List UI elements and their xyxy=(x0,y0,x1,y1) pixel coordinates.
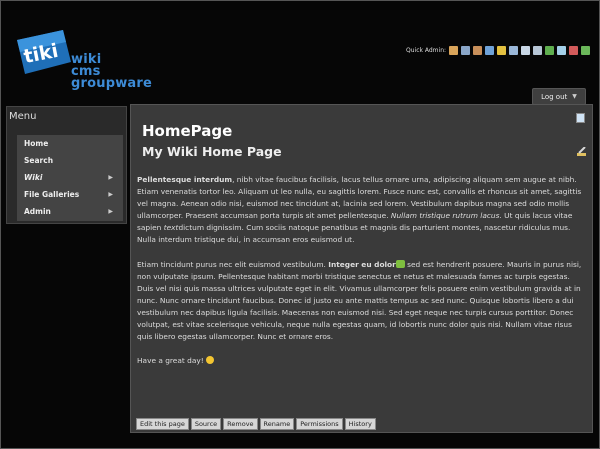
bold-text: Integer eu dolor xyxy=(328,259,396,269)
page-subtitle: My Wiki Home Page xyxy=(142,144,282,159)
menu-list: Home Search Wiki ▶ File Galleries ▶ Admi… xyxy=(17,135,123,221)
paragraph: Etiam tincidunt purus nec elit euismod v… xyxy=(137,259,587,344)
logo-words: wiki cms groupware xyxy=(71,53,153,91)
menu-item-label: Admin xyxy=(24,207,51,216)
chevron-down-icon: ▼ xyxy=(572,93,577,100)
italic-text: Nullam tristique rutrum lacus. xyxy=(390,211,502,221)
paragraph: Have a great day! xyxy=(137,355,587,367)
text: Etiam tincidunt purus nec elit euismod v… xyxy=(137,259,329,269)
menu-item-search[interactable]: Search xyxy=(17,152,123,169)
history-button[interactable]: History xyxy=(344,418,376,430)
page-title: HomePage xyxy=(142,122,233,140)
italic-text: text xyxy=(163,223,179,233)
text: sed est hendrerit posuere. Mauris in pur… xyxy=(137,259,582,342)
menu-item-label: Wiki xyxy=(24,173,43,182)
bold-text: Pellentesque interdum xyxy=(137,175,233,184)
logout-button[interactable]: Log out ▼ xyxy=(532,88,586,105)
groups-icon[interactable] xyxy=(485,45,495,55)
menu-title: Menu xyxy=(9,111,37,122)
home-icon[interactable] xyxy=(449,45,459,55)
logo-word: groupware xyxy=(71,76,153,91)
text: Have a great day! xyxy=(137,356,204,366)
calendar-icon[interactable] xyxy=(521,45,531,55)
page-icon[interactable] xyxy=(576,113,585,123)
banner-icon[interactable] xyxy=(569,45,579,55)
rename-button[interactable]: Rename xyxy=(259,418,295,430)
menu-item-admin[interactable]: Admin ▶ xyxy=(17,203,123,220)
site-logo[interactable]: tiki wiki cms groupware xyxy=(11,28,171,98)
menu-item-label: Search xyxy=(24,156,54,165)
logout-label: Log out xyxy=(541,92,568,101)
list-icon[interactable] xyxy=(533,45,543,55)
chevron-right-icon: ▶ xyxy=(108,174,113,181)
source-button[interactable]: Source xyxy=(190,418,222,430)
smiley-icon xyxy=(205,356,214,365)
menu-item-home[interactable]: Home xyxy=(17,135,123,152)
plugin-icon[interactable] xyxy=(557,45,567,55)
edit-pencil-icon[interactable] xyxy=(577,147,586,156)
sidebar-menu: Menu Home Search Wiki ▶ File Galleries ▶… xyxy=(6,106,127,224)
menu-item-label: Home xyxy=(24,139,49,148)
edit-page-button[interactable]: Edit this page xyxy=(136,418,189,430)
page-frame: tiki wiki cms groupware Quick Admin: Log… xyxy=(0,0,600,449)
tools-icon[interactable] xyxy=(461,45,471,55)
remove-button[interactable]: Remove xyxy=(223,418,258,430)
main-content: HomePage My Wiki Home Page Pellentesque … xyxy=(130,104,593,433)
page-actions: Edit this page Source Remove Rename Perm… xyxy=(136,418,378,430)
refresh-icon[interactable] xyxy=(545,45,555,55)
permissions-button[interactable]: Permissions xyxy=(296,418,343,430)
menu-item-label: File Galleries xyxy=(24,190,80,199)
quick-admin-bar: Quick Admin: xyxy=(406,43,593,57)
paragraph: Pellentesque interdum, nibh vitae faucib… xyxy=(137,174,587,247)
chevron-right-icon: ▶ xyxy=(108,191,113,198)
quick-admin-label: Quick Admin: xyxy=(406,46,447,54)
menu-item-file-galleries[interactable]: File Galleries ▶ xyxy=(17,186,123,203)
chevron-right-icon: ▶ xyxy=(108,208,113,215)
gear-icon[interactable] xyxy=(581,45,591,55)
inline-image-icon xyxy=(395,259,405,268)
key-icon[interactable] xyxy=(497,45,507,55)
menu-item-wiki[interactable]: Wiki ▶ xyxy=(17,169,123,186)
text: dictum dignissim. Cum sociis natoque pen… xyxy=(137,223,571,245)
users-icon[interactable] xyxy=(473,45,483,55)
tiki-logo-badge: tiki xyxy=(17,30,71,74)
modules-icon[interactable] xyxy=(509,45,519,55)
wiki-content: Pellentesque interdum, nibh vitae faucib… xyxy=(137,174,587,379)
